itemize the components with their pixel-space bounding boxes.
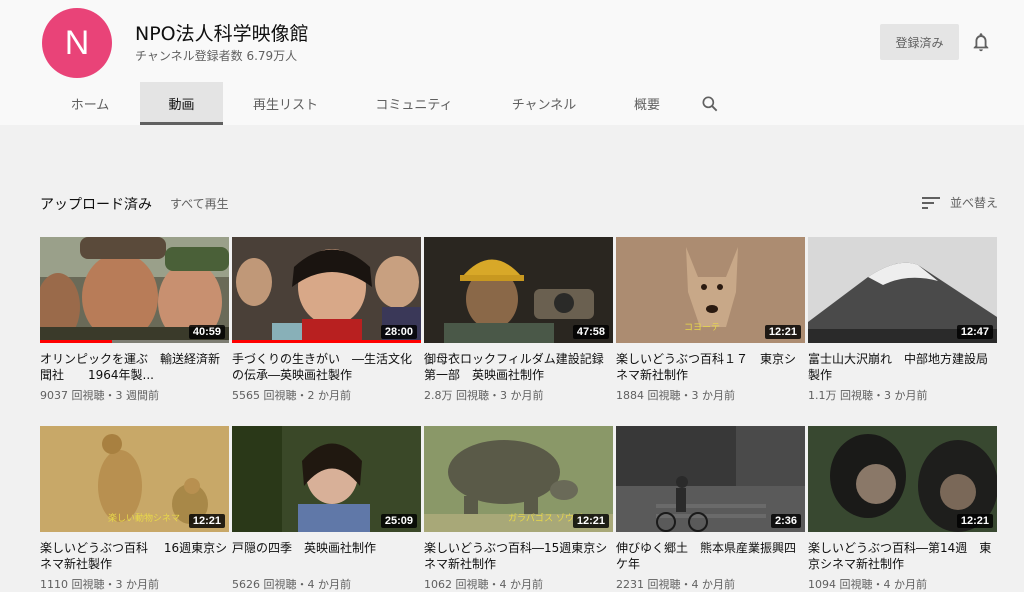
sort-button[interactable]: 並べ替え (922, 194, 998, 211)
search-icon[interactable] (686, 82, 734, 125)
tab-home[interactable]: ホーム (40, 82, 140, 125)
video-duration: 12:21 (188, 514, 225, 528)
video-duration: 47:58 (572, 325, 609, 339)
thumbnail-caption: 楽しい動物シネマ (108, 514, 181, 524)
video-meta: 2.8万 回視聴・3 か月前 (424, 389, 544, 402)
video-card[interactable]: コヨーテ 12:21 楽しいどうぶつ百科１７ 東京シネマ新社制作 1884 回視… (616, 237, 805, 426)
video-duration: 40:59 (188, 325, 225, 339)
video-card[interactable]: 楽しい動物シネマ 12:21 楽しいどうぶつ百科 16週東京シネマ新社製作 11… (40, 426, 229, 592)
sort-icon (922, 196, 940, 209)
video-duration: 12:47 (956, 325, 993, 339)
video-title[interactable]: 楽しいどうぶつ百科 16週東京シネマ新社製作 (40, 540, 229, 572)
video-card[interactable]: 28:00 手づくりの生きがい ―生活文化の伝承―英映画社製作 5565 回視聴… (232, 237, 421, 426)
video-duration: 25:09 (380, 514, 417, 528)
thumbnail-caption: コヨーテ (684, 323, 721, 333)
video-title[interactable]: 楽しいどうぶつ百科１７ 東京シネマ新社制作 (616, 351, 805, 383)
video-duration: 28:00 (380, 325, 417, 339)
video-meta: 1094 回視聴・4 か月前 (808, 578, 927, 591)
video-duration: 12:21 (764, 325, 801, 339)
cheetahs-thumbnail[interactable]: 楽しい動物シネマ 12:21 (40, 426, 229, 532)
channel-name: NPO法人科学映像館 (135, 23, 309, 45)
video-card[interactable]: 25:09 戸隠の四季 英映画社制作 5626 回視聴・4 か月前 (232, 426, 421, 592)
men-in-caps-thumbnail[interactable]: 40:59 (40, 237, 229, 343)
woman-in-forest-thumbnail[interactable]: 25:09 (232, 426, 421, 532)
notification-bell-icon[interactable] (970, 31, 992, 53)
video-card[interactable]: ガラパゴス ゾウガメ 12:21 楽しいどうぶつ百科―15週東京シネマ新社制作 … (424, 426, 613, 592)
chimpanzees-thumbnail[interactable]: 12:21 (808, 426, 997, 532)
play-all-link[interactable]: すべて再生 (170, 195, 229, 212)
video-meta: 1.1万 回視聴・3 か月前 (808, 389, 928, 402)
tab-channels[interactable]: チャンネル (480, 82, 608, 125)
sort-label: 並べ替え (950, 196, 999, 210)
video-title[interactable]: 楽しいどうぶつ百科―第14週 東京シネマ新社制作 (808, 540, 997, 572)
tab-community[interactable]: コミュニティ (348, 82, 480, 125)
video-meta: 2231 回視聴・4 か月前 (616, 578, 735, 591)
video-card[interactable]: 40:59 オリンピックを運ぶ 輸送経済新聞社 1964年製... 9037 回… (40, 237, 229, 426)
video-title[interactable]: 手づくりの生きがい ―生活文化の伝承―英映画社製作 (232, 351, 421, 383)
tab-playlists[interactable]: 再生リスト (223, 82, 348, 125)
mount-fuji-thumbnail[interactable]: 12:47 (808, 237, 997, 343)
smiling-women-thumbnail[interactable]: 28:00 (232, 237, 421, 343)
channel-header: N NPO法人科学映像館 チャンネル登録者数 6.79万人 登録済み ホーム 動… (0, 0, 1024, 125)
video-title[interactable]: 御母衣ロックフィルダム建設記録 第一部 英映画社制作 (424, 351, 613, 383)
watch-progress-bar (40, 340, 112, 343)
video-title[interactable]: 楽しいどうぶつ百科―15週東京シネマ新社制作 (424, 540, 613, 572)
channel-avatar[interactable]: N (42, 8, 112, 78)
video-duration: 2:36 (770, 514, 801, 528)
video-grid: 40:59 オリンピックを運ぶ 輸送経済新聞社 1964年製... 9037 回… (40, 237, 997, 592)
video-meta: 9037 回視聴・3 週間前 (40, 389, 159, 402)
channel-tabs: ホーム 動画 再生リスト コミュニティ チャンネル 概要 (40, 82, 734, 125)
video-meta: 1110 回視聴・3 か月前 (40, 578, 159, 591)
video-title[interactable]: オリンピックを運ぶ 輸送経済新聞社 1964年製... (40, 351, 229, 383)
subscriber-count: チャンネル登録者数 6.79万人 (135, 49, 298, 63)
video-title[interactable]: 伸びゆく郷土 熊本県産業振興四ケ年 (616, 540, 805, 572)
video-card[interactable]: 12:21 楽しいどうぶつ百科―第14週 東京シネマ新社制作 1094 回視聴・… (808, 426, 997, 592)
video-meta: 1884 回視聴・3 か月前 (616, 389, 735, 402)
tab-about[interactable]: 概要 (608, 82, 686, 125)
video-card[interactable]: 47:58 御母衣ロックフィルダム建設記録 第一部 英映画社制作 2.8万 回視… (424, 237, 613, 426)
section-title: アップロード済み (40, 197, 152, 213)
worker-helmet-thumbnail[interactable]: 47:58 (424, 237, 613, 343)
video-meta: 1062 回視聴・4 か月前 (424, 578, 543, 591)
cyclist-thumbnail[interactable]: 2:36 (616, 426, 805, 532)
coyote-thumbnail[interactable]: コヨーテ 12:21 (616, 237, 805, 343)
video-card[interactable]: 2:36 伸びゆく郷土 熊本県産業振興四ケ年 2231 回視聴・4 か月前 (616, 426, 805, 592)
video-title[interactable]: 富士山大沢崩れ 中部地方建設局製作 (808, 351, 997, 383)
tab-videos[interactable]: 動画 (140, 82, 223, 125)
subscribed-button[interactable]: 登録済み (880, 24, 959, 60)
video-card[interactable]: 12:47 富士山大沢崩れ 中部地方建設局製作 1.1万 回視聴・3 か月前 (808, 237, 997, 426)
tortoise-thumbnail[interactable]: ガラパゴス ゾウガメ 12:21 (424, 426, 613, 532)
video-duration: 12:21 (572, 514, 609, 528)
video-meta: 5626 回視聴・4 か月前 (232, 578, 351, 591)
video-title[interactable]: 戸隠の四季 英映画社制作 (232, 540, 421, 572)
watch-progress-bar (232, 340, 421, 343)
video-duration: 12:21 (956, 514, 993, 528)
video-meta: 5565 回視聴・2 か月前 (232, 389, 351, 402)
